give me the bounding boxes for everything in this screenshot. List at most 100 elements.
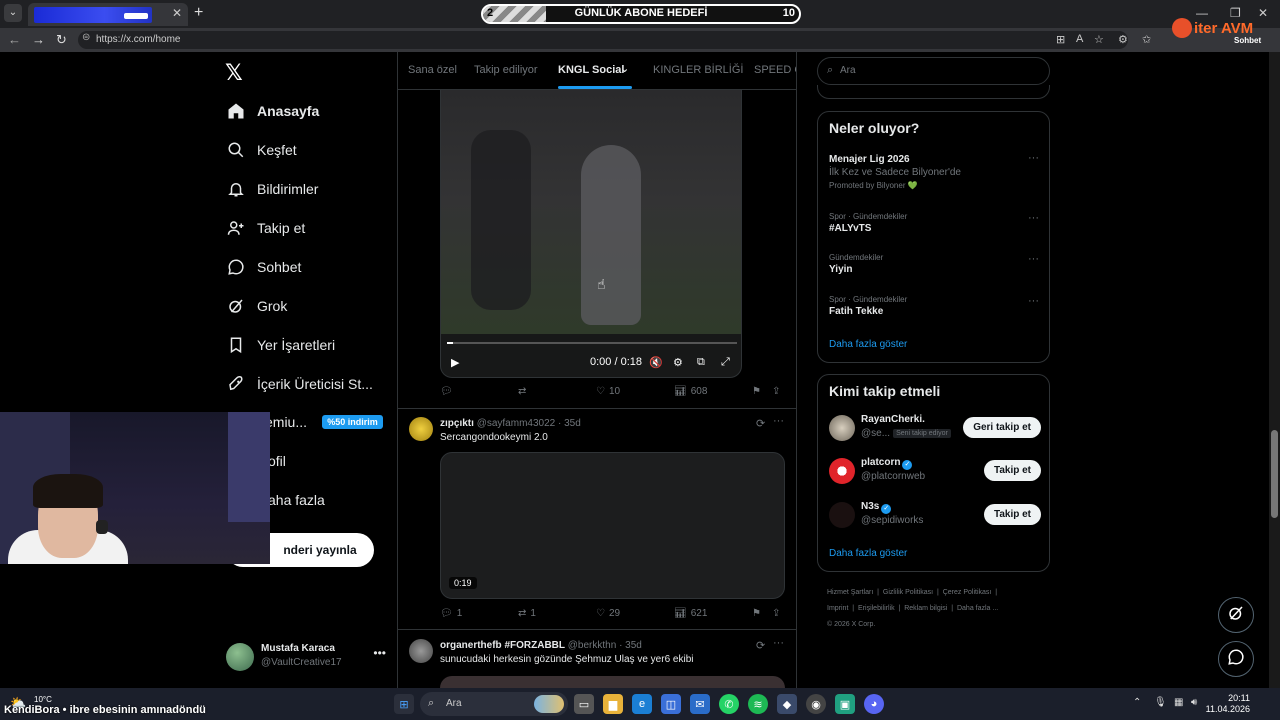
- search-input[interactable]: ⌕ Ara: [817, 57, 1050, 85]
- url-field[interactable]: ⊜ https://x.com/home: [78, 31, 1128, 49]
- back-icon[interactable]: ←: [8, 32, 21, 47]
- messages-fab[interactable]: [1218, 641, 1254, 677]
- grok-icon[interactable]: ⟳: [756, 639, 765, 652]
- more-icon[interactable]: ···: [1028, 253, 1039, 265]
- app-icon[interactable]: ▣: [835, 694, 855, 714]
- video-player[interactable]: ▶ 0:00 / 0:18 🔇 ⚙ ⧉ ⤢: [440, 90, 742, 378]
- follow-back-button[interactable]: Geri takip et: [963, 417, 1041, 438]
- follow-button[interactable]: Takip et: [983, 504, 1041, 525]
- video-progress-bar[interactable]: [447, 342, 737, 344]
- mail-icon[interactable]: ✉: [690, 694, 710, 714]
- avatar[interactable]: [409, 417, 433, 441]
- repost-icon[interactable]: ⇄: [518, 386, 530, 397]
- chevron-down-icon[interactable]: ⌄: [620, 62, 629, 75]
- footer-link[interactable]: Çerez Politikası: [943, 589, 992, 596]
- video-player[interactable]: 0:19: [440, 452, 785, 599]
- tab-kingler-birligi[interactable]: KINGLER BİRLİĞİ: [653, 64, 743, 76]
- bookmark-icon[interactable]: ⚑: [752, 386, 761, 397]
- tweet-author-name[interactable]: organerthefb #FORZABBL: [440, 640, 565, 651]
- more-icon[interactable]: ···: [1028, 212, 1039, 224]
- spotify-icon[interactable]: ≋: [748, 694, 768, 714]
- new-tab-icon[interactable]: +: [194, 4, 203, 22]
- reload-icon[interactable]: ↻: [56, 32, 67, 48]
- nav-item-bookmarks[interactable]: Yer İşaretleri: [226, 331, 335, 359]
- whatsapp-icon[interactable]: ✆: [719, 694, 739, 714]
- views-icon[interactable]: 📊︎ 621: [674, 608, 707, 619]
- footer-link[interactable]: Gizlilik Politikası: [883, 589, 933, 596]
- views-icon[interactable]: 📊︎ 608: [674, 386, 707, 397]
- nav-item-chat[interactable]: Sohbet: [226, 253, 301, 281]
- tweet-author-name[interactable]: zıpçıktı: [440, 418, 474, 429]
- x-logo[interactable]: 𝕏: [225, 60, 243, 86]
- follow-suggestion[interactable]: N3s ✓ @sepidiworks Takip et: [829, 500, 1041, 532]
- trend-item[interactable]: Spor · Gündemdekiler #ALYvTS ···: [829, 212, 1039, 234]
- fullscreen-icon[interactable]: ⤢: [721, 356, 730, 369]
- more-icon[interactable]: ···: [1028, 152, 1039, 164]
- follow-button[interactable]: Takip et: [983, 460, 1041, 481]
- nav-item-grok[interactable]: Grok: [226, 292, 287, 320]
- obs-icon[interactable]: ◉: [806, 694, 826, 714]
- browser-tab[interactable]: ✕: [28, 3, 188, 26]
- nav-item-notifications[interactable]: Bildirimler: [226, 175, 318, 203]
- account-switcher[interactable]: Mustafa Karaca @VaultCreative17 •••: [226, 640, 386, 676]
- share-icon[interactable]: ⇪: [772, 608, 780, 619]
- page-scrollbar[interactable]: [1269, 52, 1280, 688]
- read-aloud-icon[interactable]: A: [1076, 33, 1083, 45]
- network-icon[interactable]: ▦: [1174, 697, 1183, 708]
- site-info-icon[interactable]: ⊜: [82, 32, 90, 43]
- pip-icon[interactable]: ⧉: [697, 356, 705, 369]
- bookmark-icon[interactable]: ⚑: [752, 608, 761, 619]
- more-icon[interactable]: ···: [1028, 295, 1039, 307]
- tab-for-you[interactable]: Sana özel: [408, 64, 457, 76]
- more-icon[interactable]: ···: [773, 415, 784, 427]
- tray-chevron-icon[interactable]: ⌃: [1133, 697, 1141, 708]
- discord-icon[interactable]: ◕: [864, 694, 884, 714]
- trend-item[interactable]: Menajer Lig 2026 İlk Kez ve Sadece Bilyo…: [829, 152, 1039, 190]
- nav-item-creator-studio[interactable]: İçerik Üreticisi St...: [226, 370, 373, 398]
- extensions-icon[interactable]: ⚙: [1118, 33, 1128, 46]
- system-clock[interactable]: 20:11 11.04.2026: [1206, 693, 1250, 715]
- footer-link[interactable]: Reklam bilgisi: [904, 605, 947, 612]
- settings-gear-icon[interactable]: ⚙: [673, 356, 683, 369]
- grok-fab[interactable]: [1218, 597, 1254, 633]
- taskbar-search[interactable]: ⌕ Ara: [420, 692, 568, 716]
- nav-item-follow[interactable]: Takip et: [226, 214, 305, 242]
- footer-link[interactable]: Hizmet Şartları: [827, 589, 873, 596]
- tweet-author-handle[interactable]: @sayfamm43022 · 35d: [477, 418, 581, 429]
- microphone-icon[interactable]: 🎙︎: [1154, 697, 1167, 708]
- tweet-media[interactable]: [440, 676, 785, 688]
- nav-item-explore[interactable]: Keşfet: [226, 136, 297, 164]
- like-icon[interactable]: ♡ 10: [596, 386, 620, 397]
- close-window-icon[interactable]: ✕: [1258, 6, 1268, 20]
- app-icon[interactable]: ◆: [777, 694, 797, 714]
- scrollbar-thumb[interactable]: [1271, 430, 1278, 518]
- footer-link[interactable]: Daha fazla ...: [957, 605, 998, 612]
- reply-icon[interactable]: 💬︎: [440, 386, 457, 397]
- tab-kngl-social[interactable]: KNGL Social: [558, 64, 624, 76]
- follow-suggestion[interactable]: RayanCherki. @se... Seni takip ediyor Ger…: [829, 413, 1041, 445]
- start-icon[interactable]: ⊞: [394, 694, 414, 714]
- file-explorer-icon[interactable]: ▆: [603, 694, 623, 714]
- tab-following[interactable]: Takip ediliyor: [474, 64, 538, 76]
- reply-icon[interactable]: 💬︎ 1: [440, 608, 462, 619]
- tab-speed[interactable]: SPEED G: [754, 64, 796, 76]
- tab-menu-icon[interactable]: ⌄: [4, 4, 22, 22]
- play-icon[interactable]: ▶: [451, 356, 459, 369]
- grok-icon[interactable]: ⟳: [756, 417, 765, 430]
- like-icon[interactable]: ♡ 29: [596, 608, 620, 619]
- repost-icon[interactable]: ⇄ 1: [518, 608, 536, 619]
- tab-close-icon[interactable]: ✕: [172, 6, 182, 20]
- apps-icon[interactable]: ⊞: [1056, 33, 1065, 46]
- share-icon[interactable]: ⇪: [772, 386, 780, 397]
- minimize-icon[interactable]: —: [1196, 6, 1208, 20]
- show-more-trends-link[interactable]: Daha fazla göster: [829, 339, 907, 350]
- favorites-icon[interactable]: ✩: [1142, 33, 1151, 46]
- more-icon[interactable]: •••: [373, 646, 386, 660]
- favorite-star-icon[interactable]: ☆: [1094, 33, 1104, 46]
- avatar[interactable]: [409, 639, 433, 663]
- maximize-icon[interactable]: ❐: [1230, 6, 1241, 20]
- nav-item-premium[interactable]: emiu...: [265, 408, 307, 436]
- follow-suggestion[interactable]: platcorn ✓ @platcornweb Takip et: [829, 456, 1041, 488]
- trend-item[interactable]: Gündemdekiler Yiyin ···: [829, 253, 1039, 275]
- task-view-icon[interactable]: ▭: [574, 694, 594, 714]
